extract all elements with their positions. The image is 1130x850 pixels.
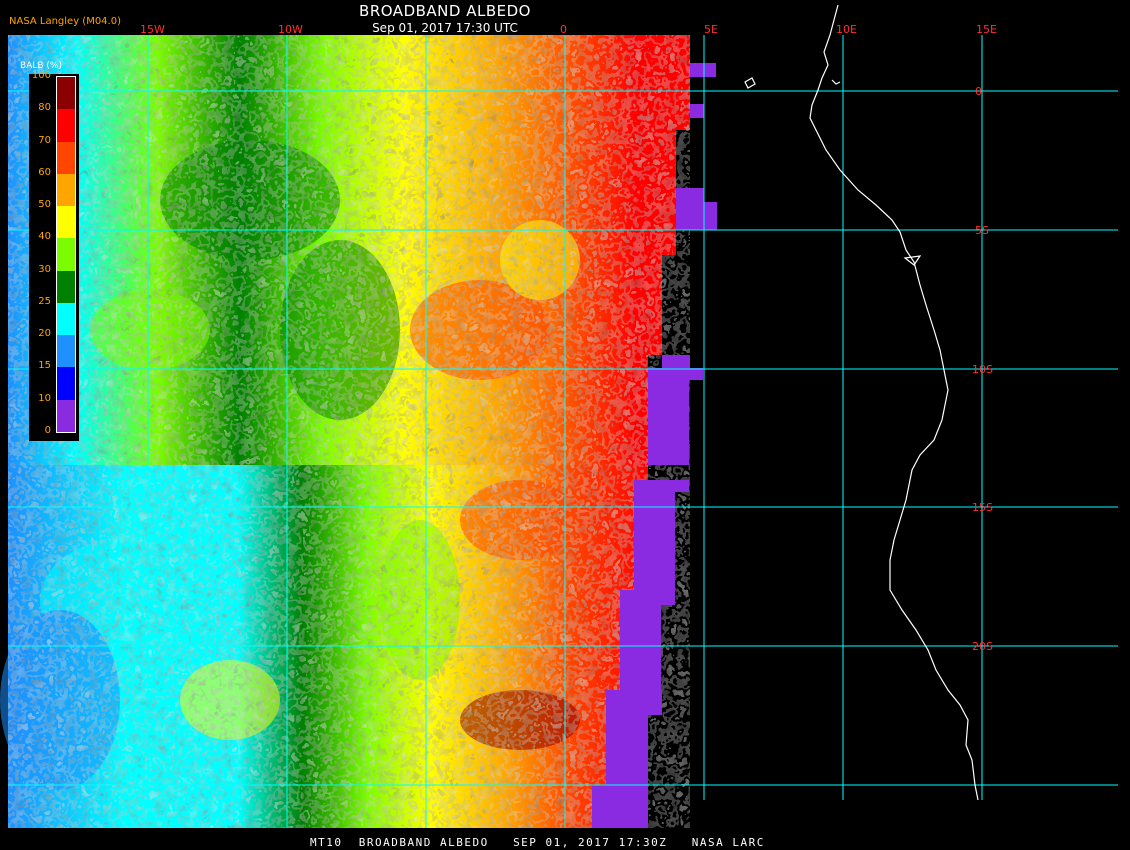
legend-swatch [57,77,75,110]
lat-label: 0 [975,85,982,98]
legend-swatch [57,335,75,368]
legend-label: 25 [38,295,51,307]
legend-label: 30 [38,263,51,275]
legend-swatch [57,238,75,271]
legend-label: 20 [38,328,51,340]
albedo-field [0,35,717,828]
color-legend: BALB (%) 0 10 15 20 25 30 40 50 60 70 80 100 [20,61,79,441]
legend-label: 15 [38,360,51,372]
lat-label: 15S [972,501,993,514]
legend-label: 60 [38,166,51,178]
lat-label: 10S [972,363,993,376]
credit-label: NASA Langley (M04.0) [9,16,121,27]
lat-label: 20S [972,640,993,653]
legend-swatch [57,173,75,207]
coastline [744,4,979,801]
legend-swatch [57,367,75,400]
legend-swatch [57,302,75,336]
lon-label: 15E [976,23,997,36]
legend-label: 0 [44,425,51,436]
lat-label: 5S [975,224,989,237]
legend-label: 50 [38,199,51,211]
legend-swatch [57,109,75,142]
legend-color-bar [56,76,76,433]
albedo-map: 15W 10W 0 5E 10E 15E 0 5S 10S 15S 20S [0,4,1118,828]
legend-label: 100 [31,70,51,81]
footer-caption: MT10 BROADBAND ALBEDO SEP 01, 2017 17:30… [310,836,765,849]
legend-swatch [57,399,75,432]
legend-label: 10 [38,392,51,404]
legend-label: 40 [38,231,51,243]
legend-label: 70 [38,134,51,146]
legend-swatch [57,141,75,174]
map-timestamp: Sep 01, 2017 17:30 UTC [372,21,518,35]
map-title: BROADBAND ALBEDO [359,2,531,20]
legend-swatch [57,206,75,239]
legend-swatch [57,270,75,303]
legend-label: 80 [38,102,51,114]
